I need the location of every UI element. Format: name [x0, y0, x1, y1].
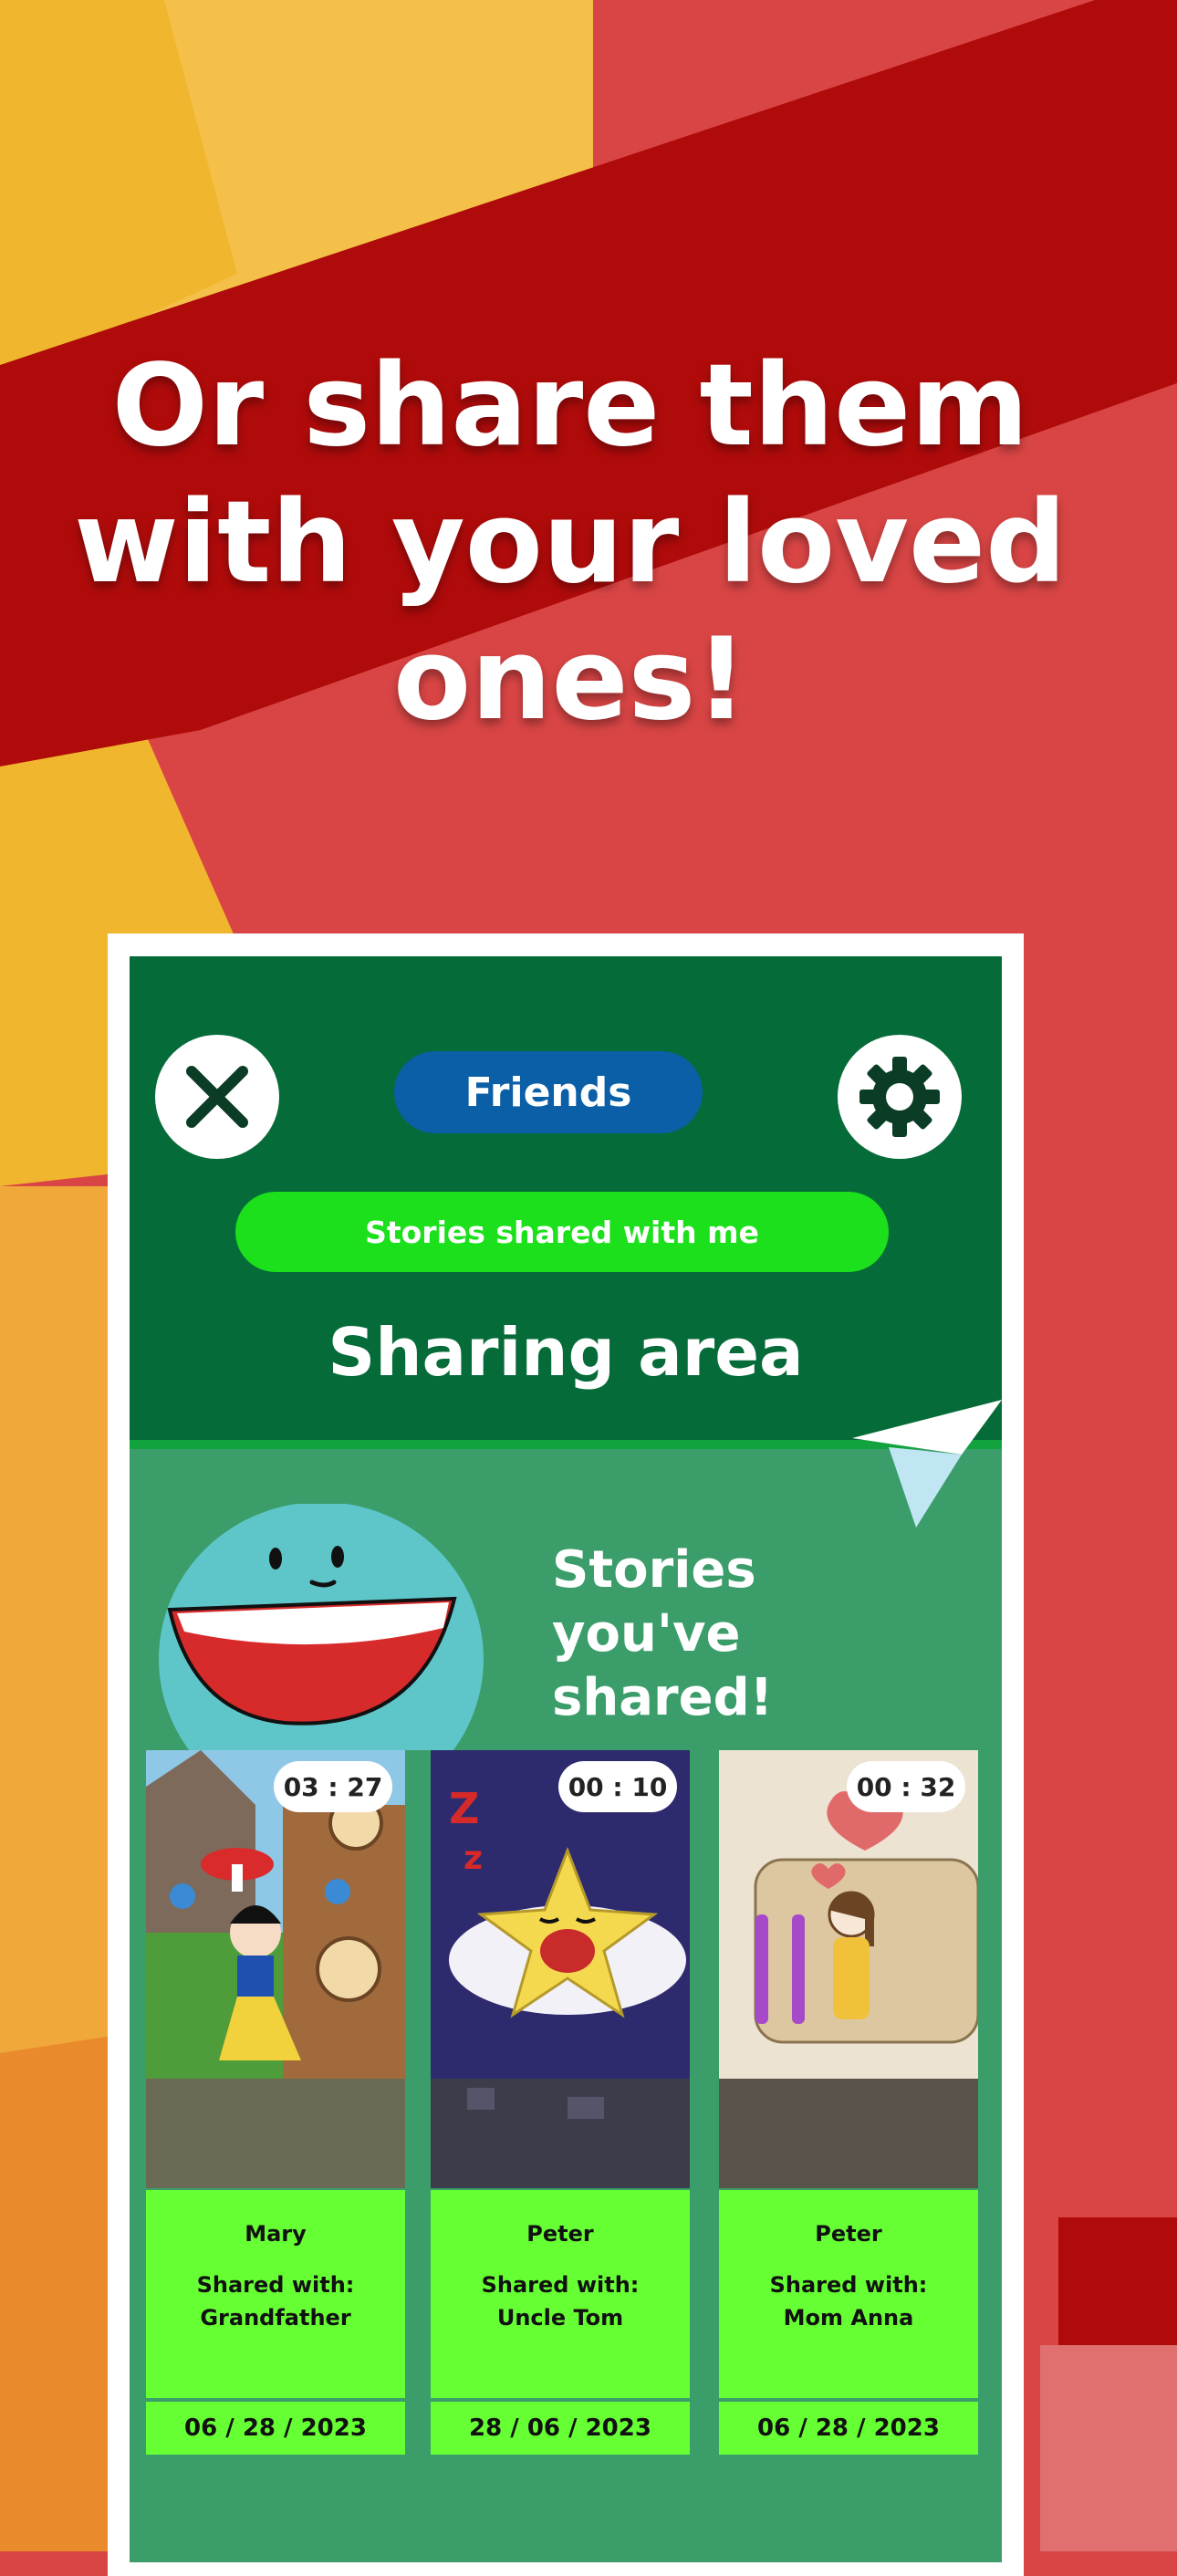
friends-button[interactable]: Friends [394, 1051, 703, 1133]
settings-button[interactable] [838, 1035, 962, 1159]
snow-white-illustration [146, 1750, 405, 2188]
story-thumbnail: 00 : 32 [719, 1750, 978, 2188]
gear-icon [859, 1057, 940, 1137]
story-card[interactable]: Z z 00 : 10 Peter Shared with: Uncle Tom… [431, 1750, 690, 2455]
heading-line-1: Stories [552, 1540, 756, 1600]
shared-with-name: Uncle Tom [496, 2305, 624, 2331]
story-date: 28 / 06 / 2023 [431, 2402, 690, 2455]
app-screen: Friends Stories shared with me Sharing a… [130, 956, 1002, 2562]
story-info: Peter Shared with: Uncle Tom [431, 2190, 690, 2398]
story-info: Mary Shared with: Grandfather [146, 2190, 405, 2398]
headline: Or share them with your loved ones! [0, 338, 1141, 748]
story-thumbnail: 03 : 27 [146, 1750, 405, 2188]
shared-with-name: Mom Anna [783, 2305, 914, 2331]
headline-line-1: Or share them [111, 340, 1029, 472]
shared-with-label: Shared with: [481, 2272, 640, 2298]
story-author: Peter [815, 2221, 882, 2247]
stories-shared-heading: Stories you've shared! [552, 1538, 773, 1730]
close-icon [186, 1066, 248, 1128]
story-author: Peter [526, 2221, 594, 2247]
shared-with-label: Shared with: [196, 2272, 355, 2298]
story-date: 06 / 28 / 2023 [146, 2402, 405, 2455]
story-card[interactable]: 00 : 32 Peter Shared with: Mom Anna 06 /… [719, 1750, 978, 2455]
svg-text:Z: Z [449, 1784, 479, 1833]
story-author: Mary [245, 2221, 307, 2247]
svg-text:z: z [464, 1840, 483, 1877]
story-info: Peter Shared with: Mom Anna [719, 2190, 978, 2398]
paper-plane-icon [852, 1400, 1002, 1528]
story-date: 06 / 28 / 2023 [719, 2402, 978, 2455]
heading-line-3: shared! [552, 1668, 774, 1727]
close-button[interactable] [155, 1035, 279, 1159]
duration-badge: 03 : 27 [274, 1761, 392, 1812]
shared-with-name: Grandfather [200, 2305, 351, 2331]
duration-badge: 00 : 10 [558, 1761, 677, 1812]
headline-line-2: with your loved [74, 477, 1067, 609]
duration-badge: 00 : 32 [847, 1761, 965, 1812]
heading-line-2: you've [552, 1604, 741, 1663]
story-thumbnail: Z z 00 : 10 [431, 1750, 690, 2188]
headline-line-3: ones! [393, 614, 747, 746]
page-title: Sharing area [328, 1314, 804, 1391]
girl-with-letter-illustration [719, 1750, 978, 2188]
header-bar: Friends Stories shared with me Sharing a… [130, 956, 1002, 1449]
mascot-illustration [159, 1504, 484, 1750]
stories-shared-with-me-button[interactable]: Stories shared with me [235, 1192, 889, 1272]
story-card[interactable]: 03 : 27 Mary Shared with: Grandfather 06… [146, 1750, 405, 2455]
sleeping-star-illustration: Z z [431, 1750, 690, 2188]
shared-with-label: Shared with: [769, 2272, 928, 2298]
